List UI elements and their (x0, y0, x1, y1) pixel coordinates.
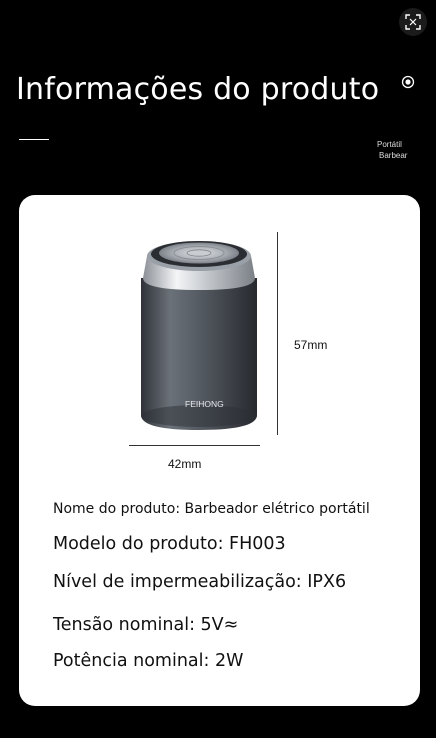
brand-label: FEIHONG (185, 399, 224, 409)
width-dimension-line (129, 445, 260, 446)
product-tag: Portátil Barbear (377, 139, 407, 161)
spec-waterproof-level: Nível de impermeabilização: IPX6 (53, 572, 347, 592)
target-icon (401, 75, 415, 89)
tag-line-2: Barbear (379, 151, 408, 160)
scan-button[interactable] (399, 8, 427, 36)
spec-rated-voltage: Tensão nominal: 5V≈ (53, 615, 239, 635)
height-dimension-line (277, 232, 278, 435)
scan-icon (405, 14, 421, 30)
height-dimension-label: 57mm (294, 338, 328, 352)
title-divider (19, 139, 49, 140)
tag-line-1: Portátil (377, 140, 402, 149)
page-title: Informações do produto (16, 72, 380, 107)
product-info-card: FEIHONG 57mm 42mm Nome do produto: Barbe… (19, 195, 420, 706)
spec-product-name: Nome do produto: Barbeador elétrico port… (53, 501, 370, 517)
shaver-image: FEIHONG (141, 241, 257, 430)
width-dimension-label: 42mm (168, 457, 202, 471)
spec-model: Modelo do produto: FH003 (53, 534, 286, 554)
spec-rated-power: Potência nominal: 2W (53, 651, 244, 671)
